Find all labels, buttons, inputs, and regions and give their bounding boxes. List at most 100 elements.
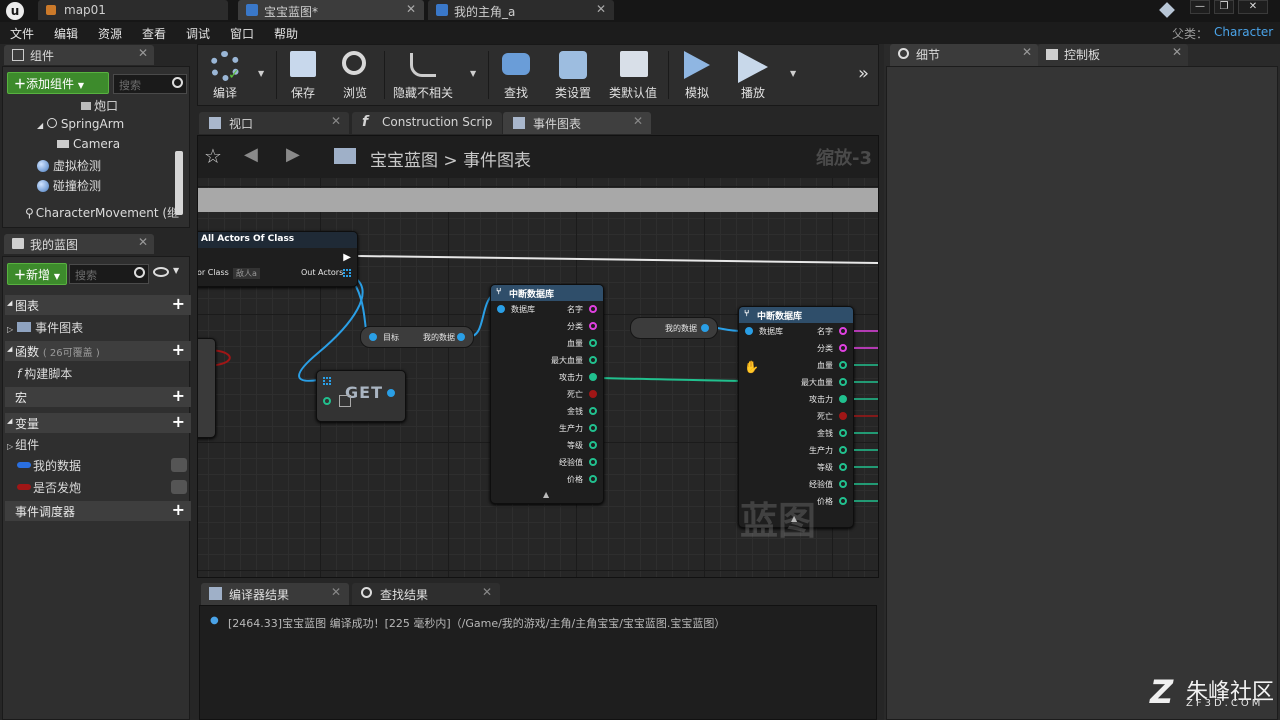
close-window-icon[interactable]: ✕ (1238, 0, 1268, 14)
macros-section[interactable]: 宏 + (5, 386, 191, 407)
new-button[interactable]: ＋新增 ▼ (7, 263, 67, 285)
class-settings-button[interactable]: 类设置 (548, 45, 598, 105)
components-group-label: 组件 (15, 438, 40, 452)
graph-nav-bar: ☆ ◀ ▶ 宝宝蓝图 > 事件图表 缩放-3 (198, 136, 878, 178)
expand-arrow-icon[interactable]: ◢ (37, 121, 43, 130)
forward-arrow-icon[interactable]: ▶ (286, 144, 300, 165)
construction-script-item[interactable]: f 构建脚本 (17, 365, 72, 382)
close-icon[interactable]: ✕ (138, 235, 148, 249)
components-tab[interactable]: 组件 ✕ (4, 45, 154, 65)
menu-edit[interactable]: 编辑 (54, 25, 78, 42)
components-scrollbar[interactable] (175, 151, 183, 215)
hide-unrelated-chevron-icon[interactable]: ▼ (470, 69, 476, 78)
add-variable-icon[interactable]: + (172, 412, 185, 431)
tree-item-virtual-detect[interactable]: 虚拟检测 (37, 157, 101, 174)
minimize-icon[interactable]: — (1190, 0, 1210, 14)
tree-item-charmovement[interactable]: ⚲ CharacterMovement (继 (25, 204, 179, 221)
close-icon[interactable]: ✕ (406, 2, 416, 16)
visibility-eye-icon[interactable] (153, 267, 169, 277)
event-graph-item[interactable]: ▷ 事件图表 (7, 319, 83, 336)
menu-help[interactable]: 帮助 (274, 25, 298, 42)
components-search-input[interactable]: 搜索 (113, 74, 187, 94)
browse-button[interactable]: 浏览 (332, 45, 378, 105)
tab-palette[interactable]: 控制板 ✕ (1038, 44, 1188, 66)
dispatchers-section[interactable]: 事件调度器 + (5, 500, 191, 521)
back-arrow-icon[interactable]: ◀ (244, 144, 258, 165)
functions-override-count: ( 26可覆盖 ) (42, 348, 100, 359)
variable-eye-icon[interactable] (171, 458, 187, 472)
close-icon[interactable]: ✕ (596, 2, 606, 16)
search-icon (134, 267, 145, 278)
add-component-button[interactable]: ＋添加组件 ▼ (7, 72, 109, 94)
add-graph-icon[interactable]: + (172, 294, 185, 313)
tab-details[interactable]: 细节 ✕ (890, 44, 1038, 66)
graph-editor[interactable]: ☆ ◀ ▶ 宝宝蓝图 > 事件图表 缩放-3 All Actors Of Cla… (197, 135, 879, 578)
add-macro-icon[interactable]: + (172, 386, 185, 405)
save-button[interactable]: 保存 (280, 45, 326, 105)
maximize-icon[interactable]: ❐ (1214, 0, 1234, 14)
parent-class-link[interactable]: Character (1214, 25, 1273, 39)
favorite-star-icon[interactable]: ☆ (204, 144, 222, 168)
tab-compiler-results[interactable]: 编译器结果 ✕ (201, 583, 349, 605)
tab-construction-script[interactable]: f Construction Scrip (352, 112, 502, 134)
close-icon[interactable]: ✕ (482, 585, 492, 599)
play-options-chevron-icon[interactable]: ▼ (790, 69, 796, 78)
close-icon[interactable]: ✕ (138, 46, 148, 60)
find-button[interactable]: 查找 (494, 45, 538, 105)
hide-unrelated-button[interactable]: 隐藏不相关 (388, 45, 458, 105)
simulate-button[interactable]: 模拟 (672, 45, 722, 105)
event-graph-icon (17, 322, 32, 332)
chevron-down-icon[interactable]: ▼ (173, 266, 179, 275)
menu-window[interactable]: 窗口 (230, 25, 254, 42)
menu-view[interactable]: 查看 (142, 25, 166, 42)
graphs-section[interactable]: ◢ 图表 + (5, 294, 191, 315)
variable-eye-icon[interactable] (171, 480, 187, 494)
tab-map01[interactable]: map01 (38, 0, 228, 20)
tree-item-springarm[interactable]: ◢ SpringArm (37, 117, 124, 131)
tab-viewport[interactable]: 视口 ✕ (199, 112, 349, 134)
close-icon[interactable]: ✕ (1022, 45, 1032, 59)
expand-arrow-icon[interactable]: ▷ (7, 325, 13, 334)
graph-canvas[interactable]: All Actors Of Class ▶ or Class 敌人a Out A… (198, 178, 878, 577)
add-dispatcher-icon[interactable]: + (172, 500, 185, 519)
play-button[interactable]: 播放 (728, 45, 778, 105)
breadcrumb-root[interactable]: 宝宝蓝图 (370, 151, 438, 171)
close-icon[interactable]: ✕ (331, 585, 341, 599)
notification-icon[interactable] (1159, 2, 1175, 18)
blueprint-icon (436, 4, 448, 16)
compile-button[interactable]: ✓ 编译 (200, 45, 250, 105)
add-function-icon[interactable]: + (172, 340, 185, 359)
tab-find-results[interactable]: 查找结果 ✕ (352, 583, 500, 605)
close-icon[interactable]: ✕ (633, 114, 643, 128)
class-defaults-button[interactable]: 类默认值 (604, 45, 662, 105)
variables-section[interactable]: ◢ 变量 + (5, 412, 191, 433)
palette-icon (1046, 49, 1058, 60)
tab-event-graph[interactable]: 事件图表 ✕ (503, 112, 651, 134)
components-icon (12, 49, 24, 61)
tab-blueprint[interactable]: 宝宝蓝图* ✕ (238, 0, 424, 20)
functions-header: 函数 (15, 345, 40, 359)
my-blueprint-tab[interactable]: 我的蓝图 ✕ (4, 234, 154, 254)
plus-icon: ＋ (14, 268, 27, 282)
my-blueprint-tab-label: 我的蓝图 (30, 238, 79, 252)
blueprint-search-input[interactable]: 搜索 (69, 264, 149, 284)
toolbar-overflow-icon[interactable]: » (858, 63, 869, 84)
tree-item-collision-detect[interactable]: 碰撞检测 (37, 177, 101, 194)
tree-item-camera[interactable]: Camera (57, 137, 120, 151)
ue-logo-icon[interactable]: u (6, 2, 24, 20)
tab-character[interactable]: 我的主角_a ✕ (428, 0, 614, 20)
variable-type-pill (17, 484, 31, 490)
tree-item-muzzle[interactable]: 炮口 (81, 97, 118, 114)
components-group[interactable]: ▷ 组件 (7, 436, 39, 453)
menu-file[interactable]: 文件 (10, 25, 34, 42)
hide-unrelated-icon (410, 53, 436, 77)
compile-options-chevron-icon[interactable]: ▼ (258, 69, 264, 78)
menu-assets[interactable]: 资源 (98, 25, 122, 42)
expand-arrow-icon[interactable]: ▷ (7, 442, 13, 451)
functions-section[interactable]: ◢ 函数 ( 26可覆盖 ) + (5, 340, 191, 361)
new-button-label: 新增 (26, 268, 51, 282)
close-icon[interactable]: ✕ (1172, 45, 1182, 59)
hide-unrelated-label: 隐藏不相关 (392, 86, 453, 100)
close-icon[interactable]: ✕ (331, 114, 341, 128)
menu-debug[interactable]: 调试 (186, 25, 210, 42)
